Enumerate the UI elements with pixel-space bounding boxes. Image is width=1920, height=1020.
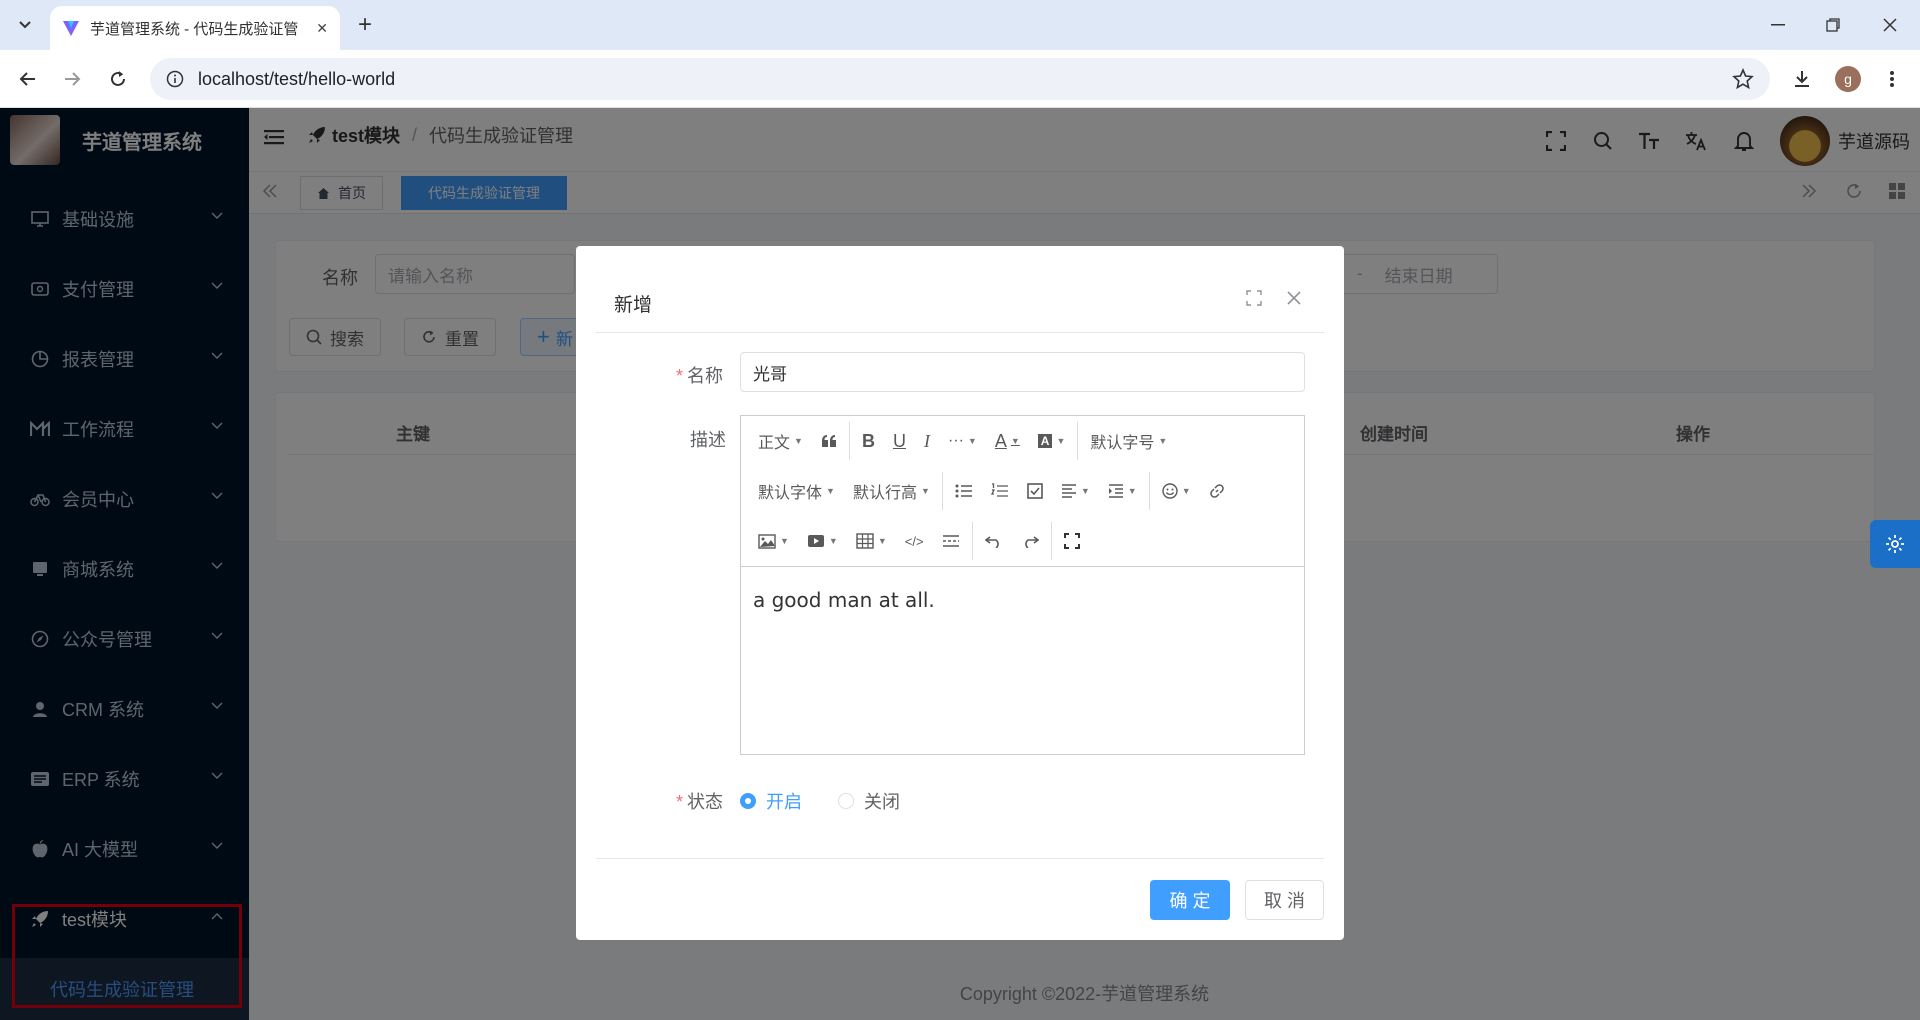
tab-title: 芋道管理系统 - 代码生成验证管 — [90, 20, 299, 38]
bold-icon[interactable]: B — [853, 431, 884, 452]
confirm-button[interactable]: 确 定 — [1150, 880, 1230, 920]
link-icon[interactable] — [1200, 483, 1234, 499]
font-size-select[interactable]: 默认字号 ▼ — [1081, 429, 1176, 453]
editor-toolbar: 正文 ▼ B U I ··· ▼ A ▼ A ▼ 默认字号 ▼ 默认字体 ▼ 默认行高 ▼ ▼… — [741, 416, 1304, 567]
arrow-left-icon — [19, 72, 35, 86]
address-bar[interactable]: localhost/test/hello-world — [150, 58, 1770, 100]
chevron-down-icon — [19, 21, 31, 29]
more-styles-icon[interactable]: ··· ▼ — [939, 432, 986, 450]
dialog-title: 新增 — [614, 295, 653, 316]
rich-text-editor: 正文 ▼ B U I ··· ▼ A ▼ A ▼ 默认字号 ▼ 默认字体 ▼ 默认行高 ▼ ▼… — [740, 415, 1305, 755]
gear-icon — [1886, 535, 1904, 553]
image-icon[interactable]: ▼ — [749, 533, 798, 549]
status-off-label: 关闭 — [864, 792, 900, 812]
back-button[interactable] — [12, 63, 44, 95]
dialog-footer-divider — [596, 858, 1324, 859]
vite-logo-icon — [63, 21, 79, 36]
justify-icon[interactable]: ▼ — [1052, 484, 1099, 498]
status-field-label: * 状态 — [676, 792, 724, 812]
underline-icon[interactable]: U — [884, 431, 915, 452]
background-color-icon[interactable]: A ▼ — [1029, 434, 1075, 448]
close-window-button[interactable] — [1870, 8, 1910, 42]
paragraph-select[interactable]: 正文 ▼ — [749, 429, 812, 453]
profile-avatar[interactable]: g — [1835, 66, 1861, 92]
dialog-close-button[interactable] — [1286, 290, 1302, 306]
table-icon[interactable]: ▼ — [847, 533, 896, 549]
downloads-button[interactable] — [1786, 63, 1818, 95]
reload-icon — [111, 71, 125, 86]
todo-checkbox-icon[interactable] — [1018, 483, 1052, 499]
line-height-select[interactable]: 默认行高 ▼ — [844, 479, 939, 503]
site-info-icon[interactable] — [166, 70, 184, 88]
divider-icon[interactable] — [933, 534, 969, 548]
download-icon — [1795, 71, 1809, 87]
new-tab-button[interactable]: + — [350, 10, 380, 40]
tab-close-icon[interactable]: ✕ — [316, 20, 328, 37]
reload-button[interactable] — [102, 63, 134, 95]
url-text[interactable]: localhost/test/hello-world — [198, 69, 395, 90]
settings-drawer-button[interactable] — [1870, 520, 1920, 568]
font-family-select[interactable]: 默认字体 ▼ — [749, 479, 844, 503]
browser-menu-button[interactable] — [1876, 63, 1908, 95]
forward-button[interactable] — [56, 63, 88, 95]
font-color-icon[interactable]: A ▼ — [986, 431, 1029, 452]
status-radio-on[interactable]: 开启 — [740, 788, 802, 814]
numbered-list-icon[interactable] — [982, 483, 1018, 499]
bulleted-list-icon[interactable] — [946, 483, 982, 499]
quote-icon[interactable] — [812, 434, 846, 448]
dialog-header-divider — [596, 332, 1324, 333]
bookmark-star-icon[interactable] — [1732, 68, 1754, 90]
tab-search-button[interactable] — [10, 10, 40, 40]
radio-unchecked-icon — [838, 793, 854, 809]
status-radio-off[interactable]: 关闭 — [838, 788, 900, 814]
description-field-label: 描述 — [690, 430, 726, 450]
italic-icon[interactable]: I — [915, 431, 939, 452]
dialog-maximize-button[interactable] — [1246, 290, 1262, 306]
minimize-button[interactable] — [1758, 8, 1798, 42]
radio-checked-icon — [740, 793, 756, 809]
arrow-right-icon — [65, 72, 81, 86]
maximize-icon — [1246, 290, 1262, 306]
status-on-label: 开启 — [766, 792, 802, 812]
indent-icon[interactable]: ▼ — [1099, 484, 1146, 498]
undo-icon[interactable] — [976, 534, 1012, 548]
redo-icon[interactable] — [1012, 534, 1048, 548]
editor-fullscreen-icon[interactable] — [1055, 533, 1089, 549]
name-input[interactable]: 光哥 — [740, 352, 1305, 392]
emoji-icon[interactable]: ▼ — [1153, 483, 1200, 499]
more-vertical-icon — [1890, 71, 1894, 87]
video-icon[interactable]: ▼ — [798, 534, 847, 548]
close-icon — [1287, 291, 1301, 305]
code-block-icon[interactable]: </> — [896, 534, 933, 549]
browser-tab[interactable]: 芋道管理系统 - 代码生成验证管 ✕ — [50, 6, 340, 50]
restore-button[interactable] — [1813, 8, 1853, 42]
name-field-label: * 名称 — [676, 366, 724, 386]
editor-content[interactable]: a good man at all. — [753, 588, 935, 612]
cancel-button[interactable]: 取 消 — [1245, 880, 1324, 920]
